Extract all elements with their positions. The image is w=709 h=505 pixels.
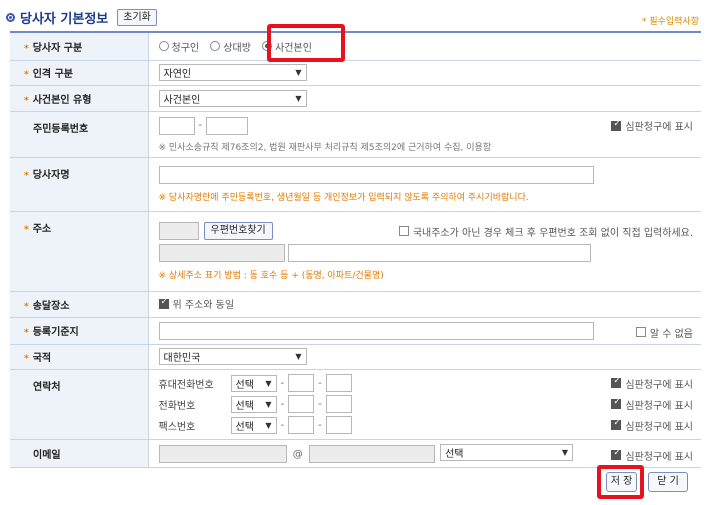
chevron-down-icon: ▼ [561,447,569,457]
checkbox-checked-icon [611,448,622,460]
row-party-type: * 당사자 구분 청구인 상대방 사건본인 [10,32,701,61]
postcode-input[interactable] [158,222,199,240]
party-name-input[interactable] [158,165,594,184]
row-delivery: *송달장소 위 주소와 동일 [10,291,701,318]
phone-show-checkbox[interactable]: 심판청구에 표시 [611,397,693,412]
domestic-address-checkbox[interactable]: 국내주소가 아닌 경우 체크 후 우편번호 조회 없이 직접 입력하세요. [398,224,693,239]
close-button[interactable]: 닫 기 [648,472,688,492]
rrn-back-input[interactable] [206,116,249,135]
required-star-icon: * [24,224,29,235]
person-type-select[interactable]: 자연인 ▼ [158,64,307,81]
required-star-icon: * [24,170,29,181]
chevron-down-icon: ▼ [295,68,302,77]
chevron-down-icon: ▼ [265,420,272,430]
chevron-down-icon: ▼ [295,352,302,361]
name-note: ※ 당사자명란에 주민등록번호, 생년월일 등 개인정보가 입력되지 않도록 주… [158,192,529,203]
chevron-down-icon: ▼ [265,399,272,409]
checkbox-icon [398,226,409,236]
address-detail-input[interactable] [287,244,591,262]
row-name: * 당사자명 ※ 당사자명란에 주민등록번호, 생년월일 등 개인정보가 입력되지… [10,157,701,212]
chevron-down-icon: ▼ [295,93,302,103]
row-email: 이메일 @ 선택▼ 심판청구에 표시 [10,439,701,468]
reset-button[interactable]: 초기화 [117,9,157,26]
radio-opponent[interactable]: 상대방 [210,39,251,54]
address-main-input[interactable] [158,244,285,262]
mobile-last-input[interactable] [325,374,352,392]
checkbox-checked-icon [611,376,622,388]
phone-prefix-select[interactable]: 선택 ▼ [230,395,277,413]
mobile-show-checkbox[interactable]: 심판청구에 표시 [611,376,693,391]
page-title: 당사자 기본정보 [20,12,109,27]
chevron-down-icon: ▼ [265,378,272,388]
rrn-front-input[interactable] [158,116,195,135]
party-form: * 당사자 구분 청구인 상대방 사건본인 * 인격 구분 자연인 ▼ * 사건본인 유… [10,31,701,468]
rrn-show-checkbox[interactable]: 심판청구에 표시 [611,118,693,133]
required-star-icon: * [24,95,29,106]
email-show-checkbox[interactable]: 심판청구에 표시 [611,448,693,463]
highlight-save-button [597,465,644,499]
fax-prefix-select[interactable]: 선택 ▼ [230,416,277,434]
radio-circle-icon [210,41,221,51]
required-star-icon: * [24,70,29,80]
required-star-icon: * [24,328,29,338]
row-rrn: 주민등록번호 - 심판청구에 표시 ※ 민사소송규칙 제76조의2, 법원 재판… [10,111,701,158]
postcode-search-button[interactable]: 우편번호찾기 [203,222,273,240]
email-domain-select[interactable]: 선택 ▼ [440,443,574,461]
radio-circle-icon [158,41,169,51]
row-contact: 연락처 휴대전화번호 선택▼ - - 심판청구에 표시 전화번호 선택▼ - -… [10,369,702,440]
email-id-input[interactable] [158,444,287,463]
phone-mid-input[interactable] [288,395,315,413]
row-person-type: * 인격 구분 자연인 ▼ [10,60,701,86]
contact-phone: 전화번호 선택▼ - - 심판청구에 표시 [159,394,702,415]
checkbox-checked-icon [611,418,622,430]
mobile-prefix-select[interactable]: 선택 ▼ [230,374,277,392]
checkbox-icon [635,327,646,337]
principal-type-select[interactable]: 사건본인 ▼ [158,89,307,107]
checkbox-checked-icon [611,397,622,409]
required-note: * 필수입력사항 [641,17,699,27]
email-domain-input[interactable] [308,444,435,463]
label-party-type: * 당사자 구분 [10,32,149,61]
checkbox-checked-icon [611,119,622,131]
nationality-select[interactable]: 대한민국 ▼ [158,348,307,365]
fax-last-input[interactable] [325,416,352,434]
row-registry: * 등록기준지 알 수 없음 [10,317,701,345]
required-star-icon: * [24,43,29,54]
contact-mobile: 휴대전화번호 선택▼ - - 심판청구에 표시 [159,373,702,394]
rrn-note: ※ 민사소송규칙 제76조의2, 법원 재판사무 처리규칙 제5조의2에 근거하… [158,142,492,153]
fax-mid-input[interactable] [288,416,315,434]
mobile-mid-input[interactable] [288,374,315,392]
required-star-icon: * [24,354,29,364]
highlight-selected-radio [267,24,345,62]
phone-last-input[interactable] [325,395,352,413]
required-star-icon: * [24,301,29,312]
contact-fax: 팩스번호 선택▼ - - 심판청구에 표시 [159,415,702,436]
bullet-icon [6,13,15,22]
fax-show-checkbox[interactable]: 심판청구에 표시 [611,418,693,433]
delivery-same-checkbox[interactable]: 위 주소와 동일 [158,296,234,311]
registry-unknown-checkbox[interactable]: 알 수 없음 [635,325,693,340]
address-note: ※ 상세주소 표기 방법 : 동 호수 등 + (동명, 아파트/건물명) [158,271,384,281]
header: 당사자 기본정보 초기화 * 필수입력사항 [0,0,709,33]
checkbox-checked-icon [158,297,169,309]
row-principal-type: * 사건본인 유형 사건본인 ▼ [10,85,701,112]
row-nationality: * 국적 대한민국 ▼ [10,344,701,370]
radio-claimant[interactable]: 청구인 [158,39,199,54]
title-wrap: 당사자 기본정보 초기화 [6,8,157,27]
row-address: * 주소 우편번호찾기 국내주소가 아닌 경우 체크 후 우편번호 조회 없이 직… [10,211,701,292]
registry-input[interactable] [158,321,594,340]
